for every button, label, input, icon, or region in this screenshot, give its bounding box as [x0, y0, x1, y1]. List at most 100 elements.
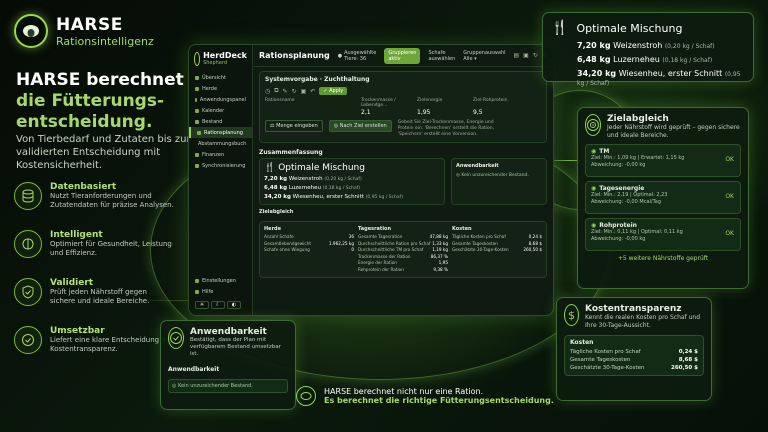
refresh-icon[interactable]: ↻ — [292, 88, 297, 95]
apply-button[interactable]: ✓ Apply — [319, 87, 348, 95]
availability-ok: ◎ Kein unzureichender Bestand. — [168, 379, 288, 393]
save-icon[interactable]: ▣ — [523, 52, 529, 59]
goal-toolbar: ◷ ⧉ ✎ ↻ ▣ ↶ ✓ Apply — [265, 87, 541, 95]
toggle-dark-icon[interactable]: ☾ — [211, 301, 225, 309]
summary-mix-row: 7,20 kg Weizenstroh (0,20 kg / Schaf) — [264, 176, 362, 182]
sidebar-item-0[interactable]: Übersicht — [189, 72, 252, 83]
fork-knife-icon: 🍴 — [264, 163, 276, 173]
brain-icon — [14, 230, 42, 258]
check-circle-icon: ◉ — [591, 222, 597, 229]
cost-box-title: Kosten — [570, 339, 594, 346]
optimal-mix-title: 🍴 Optimale Mischung — [551, 20, 683, 36]
nutrient-status: OK — [725, 156, 734, 163]
ration-name-input[interactable] — [265, 109, 355, 116]
goal-panel-title: Systemvorgabe · Zuchthaltung — [265, 76, 370, 83]
brand-name: HARSE — [56, 14, 123, 35]
sheep-select-button[interactable]: Schafe auswählen — [428, 50, 455, 62]
app-window: HerdDeck Shepherd Übersicht Herde Anwendung… — [188, 44, 554, 316]
sidebar-item-5[interactable]: Rationsplanung — [189, 127, 252, 138]
sidebar-item-label: Bestand — [202, 118, 223, 125]
cost-head: $ Kostentransparenz Kennt die realen Kost… — [564, 304, 704, 330]
sidebar-bottom: Einstellungen Hilfe ☀ ☾ ◐ — [189, 275, 253, 309]
clock-icon[interactable]: ◷ — [265, 88, 270, 95]
cost-row: Tägliche Kosten pro Schaf 0,24 $ — [570, 349, 698, 355]
nutrient-name: ◉ Tagesenergie — [591, 185, 645, 192]
sidebar-item-8[interactable]: Synchronisierung — [189, 160, 252, 171]
sheep-logo-icon — [14, 14, 48, 48]
sheep-icon: ● — [337, 52, 343, 59]
bottom-statement: HARSE berechnet nicht nur eine Ration. E… — [296, 386, 554, 406]
protein-input[interactable]: 9,5 — [473, 109, 523, 116]
sidebar-item-label: Finanzen — [202, 151, 225, 158]
sidebar-item-label: Übersicht — [202, 74, 226, 81]
nav-icon — [195, 152, 199, 157]
sidebar-item-7[interactable]: Finanzen — [189, 149, 252, 160]
sidebar-item-label: Abstammungsbuch — [198, 140, 247, 147]
dm-input[interactable]: 2,1 — [361, 109, 411, 116]
target-icon — [585, 114, 601, 136]
goal-label: Rationsname — [265, 98, 295, 103]
optimal-mix-card: 🍴 Optimale Mischung 7,20 kg Weizenstroh (… — [542, 12, 754, 87]
help-icon — [195, 289, 199, 294]
feature-item: Intelligent Optimiert für Gesundheit, Lei… — [14, 230, 174, 268]
sidebar: HerdDeck Shepherd Übersicht Herde Anwendung… — [189, 45, 253, 315]
feature-desc: Nutzt Tieranforderungen und Zutatendaten… — [50, 192, 174, 209]
sidebar-item-6[interactable]: Abstammungsbuch — [189, 138, 252, 149]
feature-title: Datenbasiert — [50, 182, 117, 192]
feature-desc: Prüft jeden Nährstoff gegen sichere und … — [50, 288, 150, 305]
cost-row: Gesamte Tageskosten 8,68 $ — [570, 357, 698, 363]
sidebar-item-settings[interactable]: Einstellungen — [189, 275, 253, 286]
feature-title: Umsetzbar — [50, 326, 105, 336]
undo-icon[interactable]: ↶ — [310, 88, 315, 95]
enter-quantity-button[interactable]: ⚖ Menge eingeben — [265, 120, 323, 132]
app-logo-name: HerdDeck — [203, 51, 247, 60]
goal-panel: Systemvorgabe · Zuchthaltung ◷ ⧉ ✎ ↻ ▣ ↶ ✓ Ap… — [259, 71, 547, 143]
group-toggle-button[interactable]: Gruppieren aktiv — [384, 47, 421, 64]
feature-item: Validiert Prüft jeden Nährstoff gegen sic… — [14, 278, 174, 316]
summary-mix-row: 6,48 kg Luzerneheu (0,18 kg / Schaf) — [264, 185, 361, 191]
shield-check-icon — [14, 278, 42, 306]
sidebar-item-1[interactable]: Herde — [189, 83, 252, 94]
sidebar-item-3[interactable]: Kalender — [189, 105, 252, 116]
sheep-icon — [296, 386, 316, 406]
feature-list: Datenbasiert Nutzt Tieranforderungen und … — [14, 182, 174, 374]
selected-animals[interactable]: ● Ausgewählte Tiere: 36 — [338, 50, 377, 62]
availability-card: Anwendbarkeit Bestätigt, dass der Plan mi… — [160, 320, 296, 410]
nav-icon — [195, 75, 199, 80]
create-by-goal-button[interactable]: ◎ Nach Ziel erstellen — [328, 120, 392, 132]
nutrient-status: OK — [725, 230, 734, 237]
sidebar-item-2[interactable]: Anwendungspanel — [189, 94, 252, 105]
sidebar-item-4[interactable]: Bestand — [189, 116, 252, 127]
availability-head: Anwendbarkeit Bestätigt, dass der Plan mi… — [168, 327, 288, 358]
cost-box: Kosten Tägliche Kosten pro Schaf 0,24 $ G… — [564, 335, 704, 376]
feature-title: Validiert — [50, 278, 94, 288]
nav-icon — [197, 130, 201, 135]
mix-row: 34,20 kg Wiesenheu, erster Schnitt (0,95… — [577, 69, 741, 87]
availability-title: Anwendbarkeit — [456, 163, 499, 169]
document-icon[interactable]: ▤ — [514, 52, 520, 59]
check-circle-icon — [168, 327, 184, 349]
energy-input[interactable]: 1,95 — [417, 109, 467, 116]
more-nutrients-link[interactable]: +5 weitere Nährstoffe geprüft — [585, 255, 741, 262]
nutrient-name: ◉ Rohprotein — [591, 222, 637, 229]
refresh-icon[interactable]: ↻ — [533, 52, 538, 59]
copy-icon[interactable]: ⧉ — [274, 87, 278, 95]
sidebar-item-label: Kalender — [202, 107, 225, 114]
toggle-system-icon[interactable]: ◐ — [227, 301, 241, 309]
nav-icon — [195, 97, 197, 102]
goal-label: Zielenergie — [417, 98, 443, 103]
main-content: Rationsplanung ● Ausgewählte Tiere: 36 Gr… — [253, 45, 553, 315]
goal-actions: ⚖ Menge eingeben ◎ Nach Ziel erstellen G… — [265, 120, 541, 138]
target-match-head: Zielabgleich Jeder Nährstoff wird geprüft… — [585, 114, 741, 140]
toggle-light-icon[interactable]: ☀ — [195, 301, 209, 309]
nutrient-deviation: Abweichung: -0,00 Mcal/Tag — [591, 199, 662, 205]
target-column: Kosten Tägliche Kosten pro Schaf 0,24 $ Ges… — [452, 226, 542, 273]
group-select[interactable]: Gruppenauswahl Alle ▾ — [463, 50, 505, 62]
nutrient-check: ◉ Tagesenergie Ziel: Min.: 2,19 | Optimal… — [585, 181, 741, 214]
sidebar-item-help[interactable]: Hilfe — [189, 286, 253, 297]
feature-item: Datenbasiert Nutzt Tieranforderungen und … — [14, 182, 174, 220]
edit-icon[interactable]: ✎ — [283, 88, 288, 95]
save-icon[interactable]: ▣ — [301, 88, 307, 95]
target-table: Herde Anzahl Schafe 36 Gesamtlebendgewicht 1… — [259, 221, 547, 278]
target-row: Schafe ohne Wiegung 0 — [264, 247, 354, 252]
